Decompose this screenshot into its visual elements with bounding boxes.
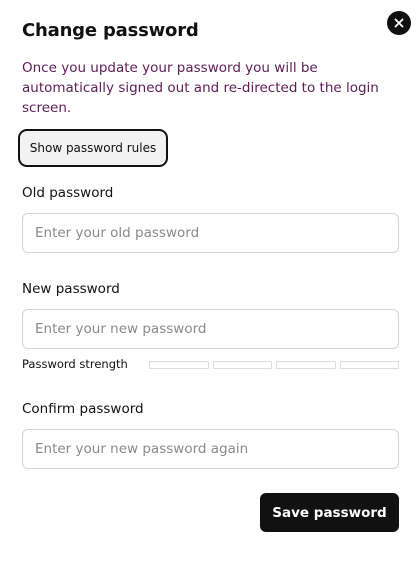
- new-password-label: New password: [22, 281, 120, 297]
- confirm-password-input[interactable]: [22, 429, 399, 469]
- show-password-rules-button[interactable]: Show password rules: [18, 129, 168, 167]
- dialog-title: Change password: [22, 20, 199, 41]
- change-password-dialog: Change password Once you update your pas…: [0, 0, 418, 586]
- password-strength-label: Password strength: [22, 357, 128, 371]
- close-icon: [394, 18, 404, 28]
- close-button[interactable]: [387, 11, 411, 35]
- old-password-input[interactable]: [22, 213, 399, 253]
- confirm-password-label: Confirm password: [22, 401, 144, 417]
- old-password-label: Old password: [22, 185, 114, 201]
- strength-segment: [212, 361, 272, 369]
- strength-segment: [149, 361, 209, 369]
- strength-segment: [276, 361, 336, 369]
- dialog-description: Once you update your password you will b…: [22, 60, 379, 116]
- new-password-input[interactable]: [22, 309, 399, 349]
- password-strength-meter: [149, 361, 399, 369]
- strength-segment: [339, 361, 399, 369]
- save-password-button[interactable]: Save password: [260, 493, 399, 532]
